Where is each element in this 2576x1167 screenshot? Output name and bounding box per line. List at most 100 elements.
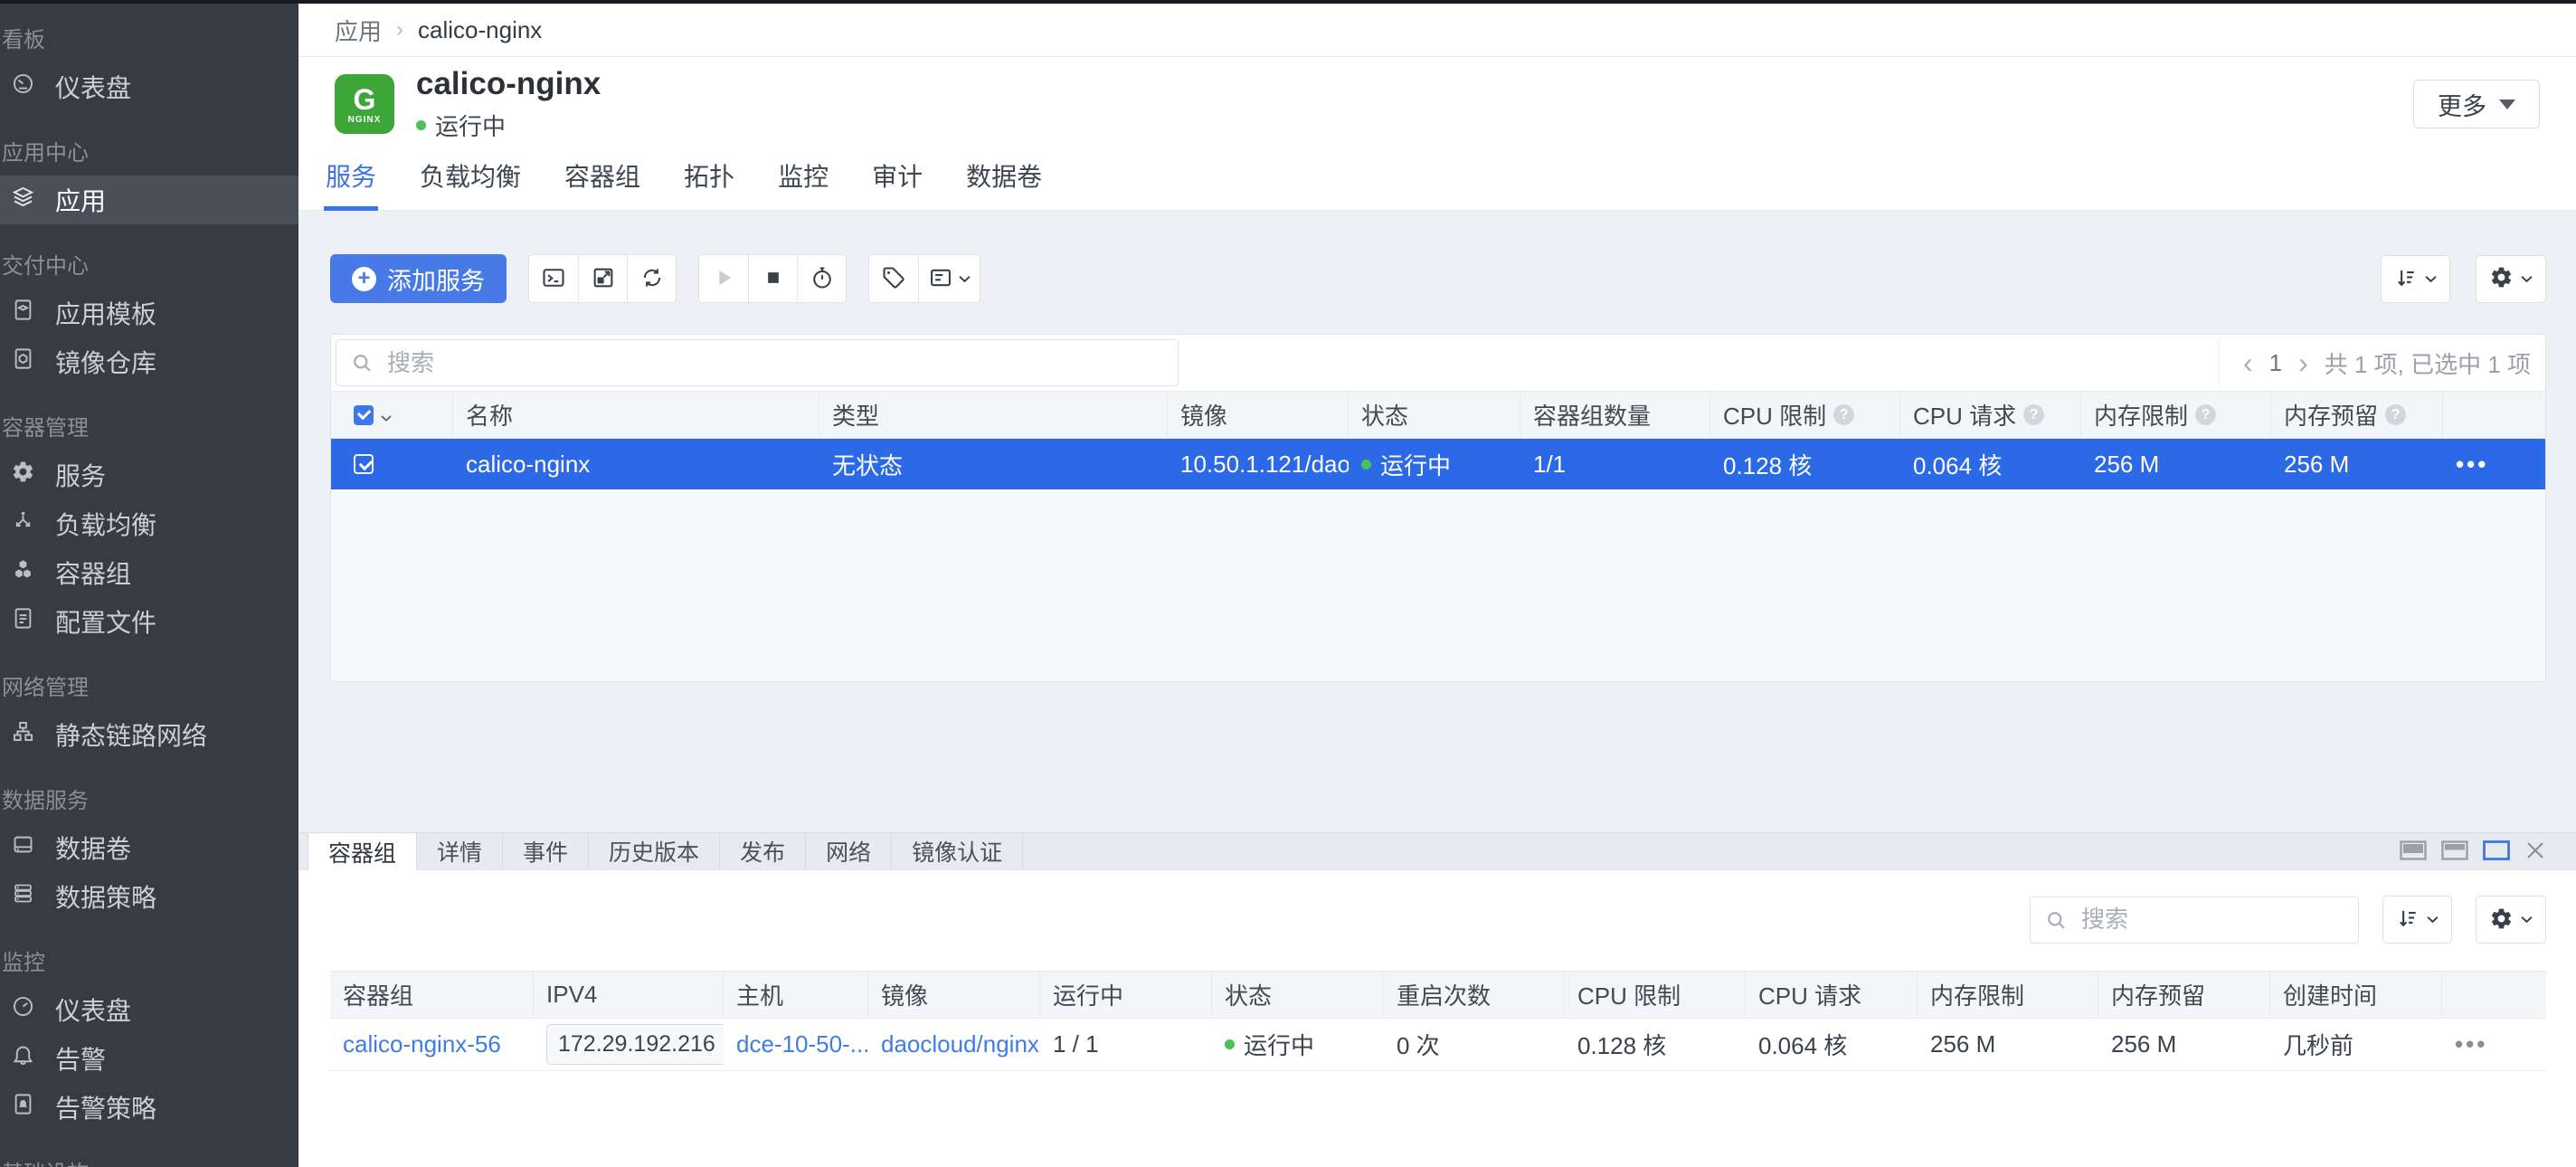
sidebar-item-dashboard[interactable]: 仪表盘 — [0, 62, 298, 111]
sidebar-item-load-balancer[interactable]: 负载均衡 — [0, 499, 298, 548]
more-button[interactable]: 更多 — [2413, 80, 2540, 128]
panel-maximize-button[interactable] — [2400, 840, 2427, 863]
tab-audit[interactable]: 审计 — [870, 157, 924, 210]
sidebar-item-label: 静态链路网络 — [55, 716, 207, 753]
bottom-tab-release[interactable]: 发布 — [720, 833, 806, 869]
services-search — [336, 339, 1179, 386]
image-link[interactable]: daocloud/nginx — [881, 1030, 1039, 1058]
cell-created: 几秒前 — [2270, 1028, 2442, 1061]
stop-icon — [761, 265, 786, 293]
host-link[interactable]: dce-10-50-... — [736, 1030, 868, 1058]
pod-table-row[interactable]: calico-nginx-56 172.29.192.216 dce-10-50… — [330, 1019, 2546, 1071]
tab-pods[interactable]: 容器组 — [563, 157, 642, 210]
sidebar-item-static-network[interactable]: 静态链路网络 — [0, 710, 298, 759]
sidebar-item-alerts[interactable]: 告警 — [0, 1034, 298, 1083]
stop-button[interactable] — [748, 255, 797, 302]
bottom-panel-tabs: 容器组 详情 事件 历史版本 发布 网络 镜像认证 — [298, 832, 2576, 870]
col-ipv4: IPV4 — [534, 972, 724, 1018]
row-actions-button[interactable]: ••• — [2456, 451, 2488, 479]
sidebar-item-alert-policies[interactable]: 告警策略 — [0, 1083, 298, 1132]
col-mem-reserve: 内存预留 — [2098, 972, 2270, 1018]
start-button[interactable] — [699, 255, 748, 302]
bottom-tab-events[interactable]: 事件 — [503, 833, 589, 869]
help-icon[interactable]: ? — [2023, 404, 2044, 425]
cell-name: calico-nginx — [453, 451, 819, 479]
pods-search-input[interactable] — [2030, 897, 2359, 944]
bottom-tab-pods[interactable]: 容器组 — [308, 833, 417, 870]
pagination: ‹ 1 › 共 1 项, 已选中 1 项 — [2219, 339, 2545, 386]
help-icon[interactable]: ? — [2385, 404, 2406, 425]
breadcrumb-root[interactable]: 应用 — [335, 14, 382, 47]
scale-button[interactable] — [578, 255, 627, 302]
bottom-detail-panel: 容器组 详情 事件 历史版本 发布 网络 镜像认证 — [298, 832, 2576, 1167]
sidebar-item-monitor-dashboard[interactable]: 仪表盘 — [0, 985, 298, 1034]
col-created: 创建时间 — [2270, 972, 2442, 1018]
pod-name-link[interactable]: calico-nginx-56 — [343, 1030, 501, 1058]
tab-volumes[interactable]: 数据卷 — [964, 157, 1044, 210]
bottom-tab-network[interactable]: 网络 — [806, 833, 892, 869]
page-number: 1 — [2269, 349, 2282, 377]
sidebar-item-pods[interactable]: 容器组 — [0, 548, 298, 597]
close-icon — [2524, 840, 2546, 864]
row-checkbox[interactable] — [354, 454, 374, 474]
nginx-logo-glyph: G — [354, 84, 376, 115]
sidebar-section-dashboard: 看板 — [0, 13, 298, 62]
services-panel: ‹ 1 › 共 1 项, 已选中 1 项 名称 类型 镜像 — [330, 334, 2546, 682]
sidebar-item-config-files[interactable]: 配置文件 — [0, 597, 298, 646]
help-icon[interactable]: ? — [2195, 404, 2216, 425]
restart-button[interactable] — [797, 255, 846, 302]
help-icon[interactable]: ? — [1833, 404, 1854, 425]
bottom-tab-history[interactable]: 历史版本 — [589, 833, 720, 869]
sidebar-section-infrastructure: 基础设施 — [0, 1146, 298, 1167]
prev-page-button[interactable]: ‹ — [2243, 348, 2253, 377]
terminal-button[interactable] — [529, 255, 578, 302]
sidebar-item-label: 配置文件 — [55, 603, 156, 640]
sidebar-item-label: 容器组 — [55, 555, 131, 591]
col-cpu-limit: CPU 限制 — [1565, 972, 1746, 1018]
select-all-checkbox[interactable] — [354, 405, 374, 425]
cell-pod-count: 1/1 — [1520, 451, 1710, 479]
tag-icon — [881, 265, 906, 293]
col-running: 运行中 — [1040, 972, 1212, 1018]
pod-actions-button[interactable]: ••• — [2455, 1030, 2487, 1058]
chevron-down-icon — [2427, 913, 2439, 926]
sidebar-item-data-policies[interactable]: 数据策略 — [0, 872, 298, 921]
bottom-tab-details[interactable]: 详情 — [417, 833, 503, 869]
sidebar-section-network-mgmt: 网络管理 — [0, 660, 298, 710]
bottom-tab-image-auth[interactable]: 镜像认证 — [892, 833, 1023, 869]
settings-button[interactable] — [2476, 255, 2546, 303]
hexagons-icon — [11, 557, 35, 588]
chevron-down-icon — [2521, 913, 2533, 926]
sidebar-item-image-registry[interactable]: 镜像仓库 — [0, 337, 298, 386]
panel-split-icon — [2441, 840, 2468, 863]
panel-restore-button[interactable] — [2483, 840, 2510, 863]
sidebar-item-volumes[interactable]: 数据卷 — [0, 823, 298, 872]
sidebar-item-services[interactable]: 服务 — [0, 451, 298, 499]
sidebar-item-app-templates[interactable]: 应用模板 — [0, 289, 298, 337]
col-image: 镜像 — [1168, 392, 1349, 438]
tag-button[interactable] — [869, 255, 918, 302]
panel-split-button[interactable] — [2441, 840, 2468, 863]
tab-load-balancing[interactable]: 负载均衡 — [418, 157, 523, 210]
column-settings-button[interactable] — [918, 255, 980, 302]
add-service-button[interactable]: + 添加服务 — [330, 254, 507, 303]
service-table-row[interactable]: calico-nginx 无状态 10.50.1.121/daoc 运行中 1/… — [331, 439, 2545, 489]
search-input[interactable] — [336, 339, 1179, 386]
checkbox-chevron-icon[interactable] — [381, 401, 392, 429]
redeploy-button[interactable] — [627, 255, 676, 302]
cell-mem-reserve: 256 M — [2098, 1030, 2270, 1058]
status-text: 运行中 — [435, 109, 506, 142]
tab-topology[interactable]: 拓扑 — [682, 157, 736, 210]
panel-close-button[interactable] — [2524, 840, 2546, 864]
tab-monitoring[interactable]: 监控 — [776, 157, 830, 210]
breadcrumb: 应用 › calico-nginx — [298, 4, 2576, 57]
sidebar-item-applications[interactable]: 应用 — [0, 176, 298, 224]
pods-settings-button[interactable] — [2476, 896, 2546, 944]
col-mem-limit: 内存限制 — [1918, 972, 2098, 1018]
pods-sort-button[interactable] — [2382, 896, 2452, 944]
tab-services[interactable]: 服务 — [324, 157, 378, 210]
play-icon — [711, 265, 736, 293]
sort-button[interactable] — [2381, 255, 2450, 303]
next-page-button[interactable]: › — [2298, 348, 2308, 377]
search-icon — [350, 351, 374, 380]
